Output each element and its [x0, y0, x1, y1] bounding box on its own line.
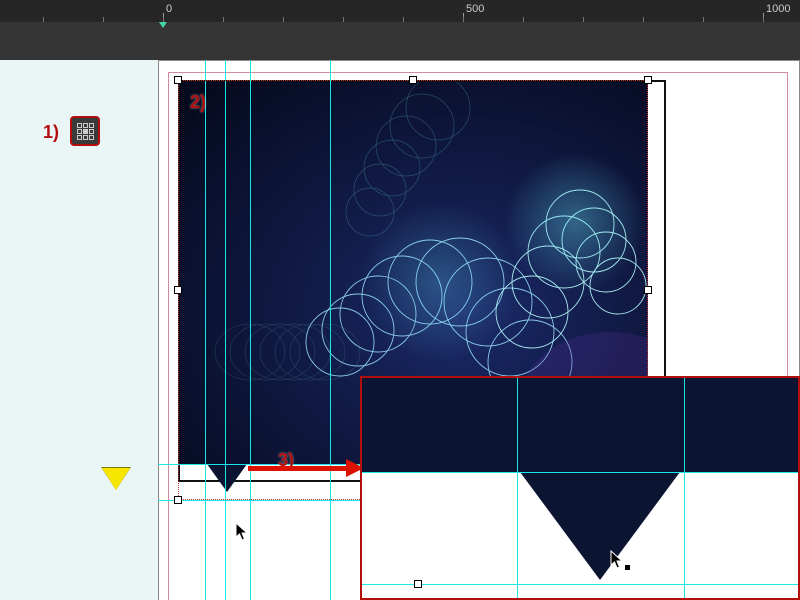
ruler-tick-minor: [403, 17, 404, 22]
ruler-label: 500: [466, 3, 484, 15]
ruler-tick-minor: [583, 17, 584, 22]
ruler[interactable]: [0, 0, 800, 22]
ruler-tick-minor: [223, 17, 224, 22]
ruler-tick-minor: [523, 17, 524, 22]
guide-vertical[interactable]: [205, 60, 206, 600]
guide-vertical[interactable]: [225, 60, 226, 600]
ruler-tick-minor: [763, 17, 764, 22]
inset-guide-vertical: [517, 378, 518, 598]
ruler-label: 0: [166, 3, 172, 15]
inset-image-area: [362, 378, 798, 472]
zoom-inset: [360, 376, 800, 600]
anchor-indicator-icon: [102, 468, 130, 490]
toolbar-band: [0, 0, 800, 60]
callout-one: 1): [43, 122, 59, 143]
selection-handle[interactable]: [174, 76, 182, 84]
ruler-tick-minor: [703, 17, 704, 22]
ruler-label: 1000: [766, 3, 790, 15]
ruler-tick-minor: [463, 17, 464, 22]
ruler-origin-marker[interactable]: [159, 22, 167, 28]
cursor-modifier-icon: [625, 565, 630, 570]
inset-guide-horizontal: [362, 584, 798, 585]
selection-handle[interactable]: [409, 76, 417, 84]
ruler-tick-minor: [643, 17, 644, 22]
ruler-tick-minor: [43, 17, 44, 22]
selection-handle[interactable]: [644, 286, 652, 294]
inset-guide-horizontal: [362, 472, 798, 473]
callout-arrow: [248, 466, 348, 471]
selection-handle[interactable]: [174, 496, 182, 504]
guide-vertical[interactable]: [250, 60, 251, 600]
anchor-grid-icon: [77, 123, 94, 140]
inset-guide-vertical: [684, 378, 685, 598]
selection-handle[interactable]: [174, 286, 182, 294]
cursor-icon: [235, 522, 249, 542]
selection-handle[interactable]: [644, 76, 652, 84]
callout-two: 2): [190, 92, 206, 113]
anchor-origin-tool-icon[interactable]: [70, 116, 100, 146]
ruler-tick-minor: [103, 17, 104, 22]
selection-handle[interactable]: [414, 580, 422, 588]
ruler-tick-minor: [343, 17, 344, 22]
canvas[interactable]: 2) 3) 1): [0, 60, 800, 600]
ruler-tick-minor: [283, 17, 284, 22]
guide-vertical[interactable]: [330, 60, 331, 600]
artwork-pointer-triangle: [207, 464, 247, 492]
inset-pointer-triangle: [520, 472, 680, 580]
cursor-icon: [610, 550, 624, 570]
